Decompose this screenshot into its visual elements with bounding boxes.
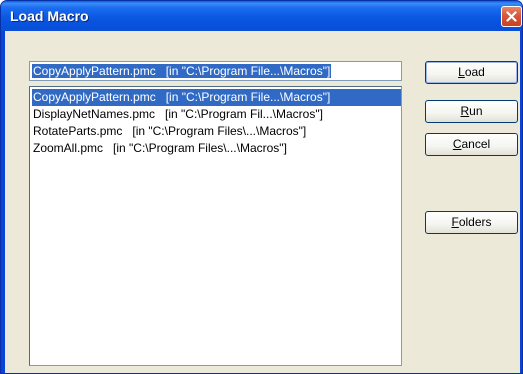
close-button[interactable] xyxy=(501,6,522,27)
window-title: Load Macro xyxy=(10,8,89,24)
run-label: un xyxy=(469,104,483,118)
load-button[interactable]: Load xyxy=(425,61,518,84)
title-bar[interactable]: Load Macro xyxy=(1,1,522,31)
dialog-body: CopyApplyPattern.pmc [in "C:\Program Fil… xyxy=(5,31,520,373)
folders-button[interactable]: Folders xyxy=(425,211,518,234)
cancel-label: ancel xyxy=(461,137,491,151)
macro-path-input[interactable]: CopyApplyPattern.pmc [in "C:\Program Fil… xyxy=(29,61,402,81)
macro-list[interactable]: CopyApplyPattern.pmc [in "C:\Program Fil… xyxy=(29,86,402,366)
load-label: oad xyxy=(464,65,485,79)
macro-path-text: CopyApplyPattern.pmc [in "C:\Program Fil… xyxy=(32,64,332,78)
run-button[interactable]: Run xyxy=(425,100,518,123)
list-item[interactable]: CopyApplyPattern.pmc [in "C:\Program Fil… xyxy=(32,89,401,106)
folders-accel: F xyxy=(451,215,459,229)
load-macro-dialog: Load Macro CopyApplyPattern.pmc [in "C:\… xyxy=(0,0,523,374)
folders-label: olders xyxy=(458,215,492,229)
load-accel: L xyxy=(458,65,465,79)
list-item[interactable]: DisplayNetNames.pmc [in "C:\Program Fil.… xyxy=(32,106,399,123)
cancel-button[interactable]: Cancel xyxy=(425,133,518,156)
run-accel: R xyxy=(460,104,470,118)
list-item[interactable]: ZoomAll.pmc [in "C:\Program Files\...\Ma… xyxy=(32,140,399,157)
close-icon xyxy=(506,11,517,22)
list-item[interactable]: RotateParts.pmc [in "C:\Program Files\..… xyxy=(32,123,399,140)
